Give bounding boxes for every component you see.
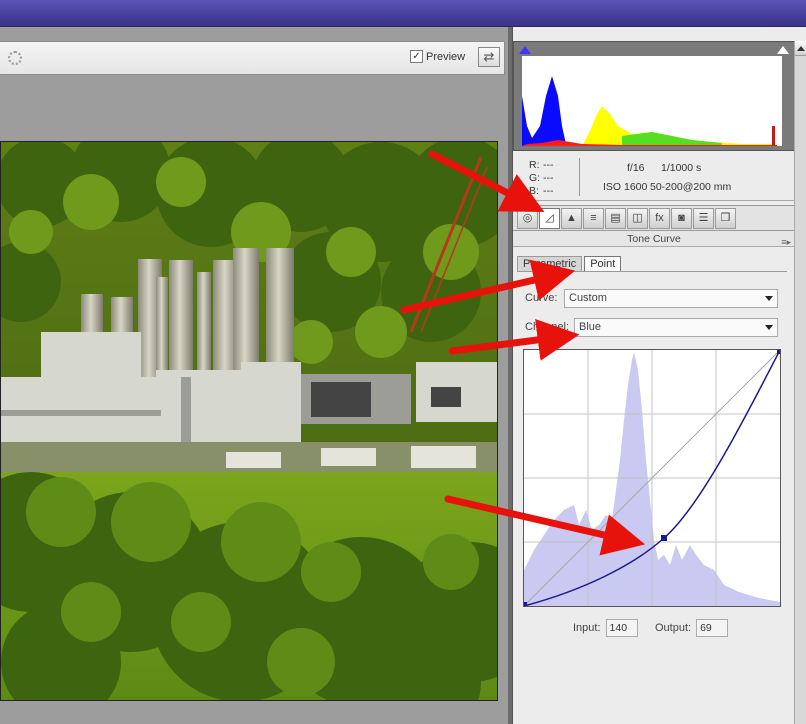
lens-corrections-tab-icon[interactable]: ◫ [627, 207, 648, 229]
tab-point[interactable]: Point [584, 256, 622, 272]
info-divider [579, 158, 580, 196]
split-toning-tab-icon[interactable]: ▤ [605, 207, 626, 229]
chevron-down-icon [765, 325, 773, 330]
shadow-clipping-icon[interactable] [519, 46, 531, 54]
subtab-divider [517, 271, 787, 272]
camera-calibration-tab-icon[interactable]: ◙ [671, 207, 692, 229]
g-label: G: [529, 172, 541, 184]
detail-tab-icon[interactable]: ▲ [561, 207, 582, 229]
basic-tab-icon[interactable]: ◎ [517, 207, 538, 229]
output-value[interactable]: 69 [696, 619, 729, 637]
shutter-speed: 1/1000 s [661, 162, 702, 174]
channel-select[interactable]: Blue [574, 318, 778, 337]
curve-endpoint-highlights[interactable] [777, 350, 781, 354]
b-value: --- [543, 185, 554, 197]
chevron-down-icon [765, 296, 773, 301]
input-field: Input: 140 [573, 619, 638, 637]
input-value[interactable]: 140 [605, 619, 638, 637]
aperture: f/16 [627, 162, 645, 174]
r-value: --- [543, 159, 554, 171]
panel-tab-icons: ◎ ◿ ▲ ≡ ▤ ◫ fx ◙ ☰ ❐ [513, 205, 795, 231]
panel-title: Tone Curve ≡▸ [513, 231, 795, 247]
tone-curve-graph[interactable] [523, 349, 781, 607]
curve-endpoint-shadows[interactable] [523, 602, 527, 606]
panel-title-text: Tone Curve [627, 233, 681, 245]
preview-area: ✓ Preview ⇄ [0, 27, 510, 724]
preview-label: Preview [426, 50, 466, 63]
presets-tab-icon[interactable]: ☰ [693, 207, 714, 229]
rotate-icon[interactable] [8, 51, 22, 65]
toggle-full-screen-button[interactable]: ⇄ [478, 47, 500, 67]
exif-info: R: --- G: --- B: --- f/16 1/1000 s ISO 1600… [513, 153, 795, 201]
adjustments-panel: R: --- G: --- B: --- f/16 1/1000 s ISO 1600… [512, 27, 806, 724]
curve-label: Curve: [525, 292, 558, 304]
curve-select[interactable]: Custom [564, 289, 778, 308]
output-label: Output: [655, 622, 692, 634]
channel-select-value: Blue [579, 321, 602, 333]
preview-toggle[interactable]: ✓ Preview [410, 50, 465, 63]
highlight-clipping-icon[interactable] [777, 46, 789, 54]
tab-parametric[interactable]: Parametric [517, 256, 583, 272]
panel-menu-icon[interactable]: ≡▸ [781, 234, 791, 250]
panel-scrollbar[interactable] [794, 41, 806, 724]
rgb-readout: R: --- G: --- B: --- [529, 159, 557, 198]
photo-preview [0, 141, 498, 701]
scroll-up-button[interactable] [795, 41, 806, 56]
tone-curve-tab-icon[interactable]: ◿ [539, 207, 560, 229]
input-label: Input: [573, 622, 601, 634]
effects-tab-icon[interactable]: fx [649, 207, 670, 229]
curve-select-value: Custom [569, 292, 607, 304]
curve-control-point[interactable] [661, 535, 667, 541]
iso: ISO 1600 [603, 181, 648, 193]
output-field: Output: 69 [655, 619, 729, 637]
histogram [513, 41, 795, 151]
snapshots-tab-icon[interactable]: ❐ [715, 207, 736, 229]
preview-checkbox[interactable]: ✓ [410, 50, 423, 63]
preview-toolbar: ✓ Preview ⇄ [0, 41, 505, 75]
hsl-tab-icon[interactable]: ≡ [583, 207, 604, 229]
r-label: R: [529, 159, 540, 171]
tone-curve-subtabs: Parametric Point [517, 256, 622, 272]
g-value: --- [543, 172, 554, 184]
window-title-bar [0, 0, 806, 27]
lens: 50-200@200 mm [650, 181, 732, 193]
b-label: B: [529, 185, 539, 197]
channel-label: Channel: [525, 321, 570, 333]
